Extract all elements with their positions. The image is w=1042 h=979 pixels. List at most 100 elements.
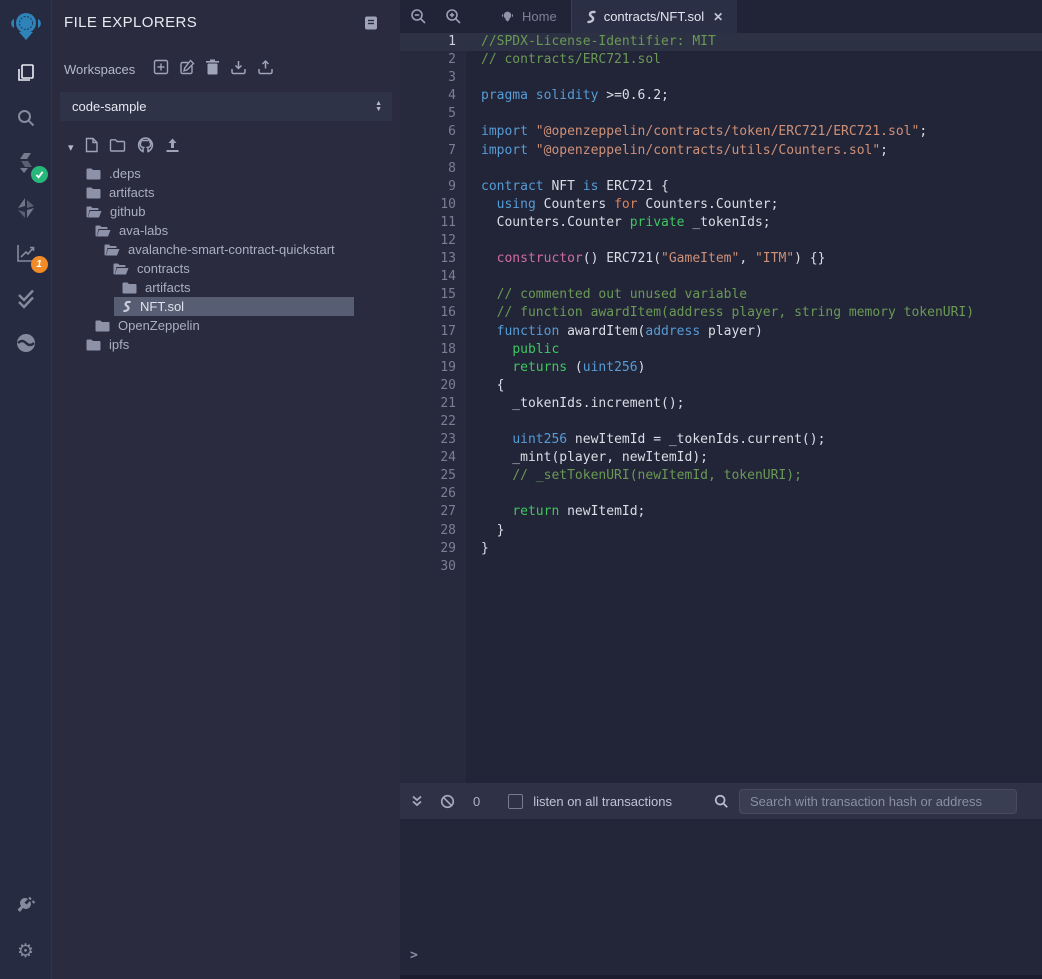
workspaces-label: Workspaces [64,62,135,77]
file-explorer-icon[interactable] [8,55,44,91]
code-line: 22 [400,413,1042,431]
new-file-icon[interactable] [85,137,98,158]
code-line: 24 _mint(player, newItemId); [400,449,1042,467]
code-line: 18 public [400,341,1042,359]
tree-item--deps[interactable]: .deps [52,164,400,183]
line-number: 4 [400,87,466,105]
publish-to-gist-icon[interactable] [165,138,180,158]
code-line: 20 { [400,377,1042,395]
listen-transactions-checkbox[interactable] [508,794,523,809]
unit-testing-icon[interactable] [8,280,44,316]
line-number: 23 [400,431,466,449]
line-number: 16 [400,304,466,322]
code-line: 25 // _setTokenURI(newItemId, tokenURI); [400,467,1042,485]
line-number: 24 [400,449,466,467]
settings-icon[interactable]: ⚙ [8,933,44,969]
new-folder-icon[interactable] [109,138,126,157]
line-number: 30 [400,558,466,576]
workspace-select[interactable]: code-sample ▲▼ [60,92,392,121]
debugger-icon[interactable] [8,325,44,361]
code-line: 11 Counters.Counter private _tokenIds; [400,214,1042,232]
docs-book-icon[interactable] [364,16,378,30]
code-line: 27 return newItemId; [400,503,1042,521]
tree-item-ipfs[interactable]: ipfs [52,335,400,354]
code-line: 6import "@openzeppelin/contracts/token/E… [400,123,1042,141]
terminal: 0 listen on all transactions > [400,783,1042,979]
line-number: 12 [400,232,466,250]
zoom-out-icon[interactable] [410,8,427,25]
transaction-search-input[interactable] [739,789,1017,814]
line-number: 6 [400,123,466,141]
solidity-compiler-icon[interactable] [8,145,44,181]
github-import-icon[interactable] [137,137,154,158]
zoom-in-icon[interactable] [445,8,462,25]
tree-item-github[interactable]: github [52,202,400,221]
terminal-prompt: > [400,948,1042,975]
tab-home[interactable]: Home [486,0,571,33]
code-line: 28 } [400,522,1042,540]
search-icon[interactable] [8,100,44,136]
code-line: 9contract NFT is ERC721 { [400,178,1042,196]
file-explorer-panel: FILE EXPLORERS Workspaces [52,0,400,979]
tree-item-label: NFT.sol [140,299,184,314]
expand-terminal-icon[interactable] [410,794,424,808]
line-number: 26 [400,485,466,503]
remix-logo[interactable] [6,6,46,46]
pending-tx-count: 0 [473,794,480,809]
folder-closed-icon [86,339,101,351]
code-line: 14 [400,268,1042,286]
clear-console-icon[interactable] [440,794,455,809]
tree-item-label: .deps [109,166,141,181]
code-line: 29} [400,540,1042,558]
folder-open-icon [86,206,102,218]
analytics-icon[interactable]: 1 [8,235,44,271]
collapse-caret-icon[interactable]: ▾ [68,141,74,154]
plugin-icon-bar: 1 ⚙ [0,0,52,979]
tree-item-artifacts[interactable]: artifacts [52,183,400,202]
tab-nft-sol[interactable]: contracts/NFT.sol ✕ [571,0,737,33]
code-editor[interactable]: 1//SPDX-License-Identifier: MIT2// contr… [400,33,1042,783]
tree-item-ava-labs[interactable]: ava-labs [52,221,400,240]
line-number: 9 [400,178,466,196]
code-line: 21 _tokenIds.increment(); [400,395,1042,413]
line-number: 3 [400,69,466,87]
line-number: 18 [400,341,466,359]
line-number: 21 [400,395,466,413]
tree-item-artifacts[interactable]: artifacts [52,278,400,297]
line-number: 27 [400,503,466,521]
plugin-manager-icon[interactable] [8,888,44,924]
solidity-file-icon [586,10,597,24]
download-workspace-icon[interactable] [230,59,247,80]
panel-title: FILE EXPLORERS [64,14,197,31]
tree-item-label: ava-labs [119,223,168,238]
analytics-count-badge: 1 [31,256,48,273]
create-workspace-icon[interactable] [153,59,169,80]
close-tab-icon[interactable]: ✕ [713,10,723,24]
terminal-toolbar: 0 listen on all transactions [400,783,1042,819]
delete-workspace-icon[interactable] [205,59,220,80]
code-line: 10 using Counters for Counters.Counter; [400,196,1042,214]
terminal-output[interactable]: > [400,819,1042,979]
code-line: 26 [400,485,1042,503]
line-number: 5 [400,105,466,123]
upload-workspace-icon[interactable] [257,59,274,80]
code-line: 4pragma solidity >=0.6.2; [400,87,1042,105]
code-line: 13 constructor() ERC721("GameItem", "ITM… [400,250,1042,268]
line-number: 15 [400,286,466,304]
rename-workspace-icon[interactable] [179,59,195,80]
listen-transactions-label: listen on all transactions [533,794,672,809]
remix-ide-window: 1 ⚙ FILE EXPLORERS [0,0,1042,979]
deploy-and-run-icon[interactable] [8,190,44,226]
tree-item-contracts[interactable]: contracts [52,259,400,278]
compile-success-badge [31,166,48,183]
tree-item-label: ipfs [109,337,129,352]
tab-home-label: Home [522,9,557,24]
workspace-selected-value: code-sample [72,99,146,114]
tree-item-openzeppelin[interactable]: OpenZeppelin [52,316,400,335]
code-line: 16 // function awardItem(address player,… [400,304,1042,322]
code-line: 1//SPDX-License-Identifier: MIT [400,33,1042,51]
tree-item-nft-sol[interactable]: NFT.sol [52,297,400,316]
tree-item-avalanche-smart-contract-quickstart[interactable]: avalanche-smart-contract-quickstart [52,240,400,259]
line-number: 1 [400,33,466,51]
code-line: 2// contracts/ERC721.sol [400,51,1042,69]
